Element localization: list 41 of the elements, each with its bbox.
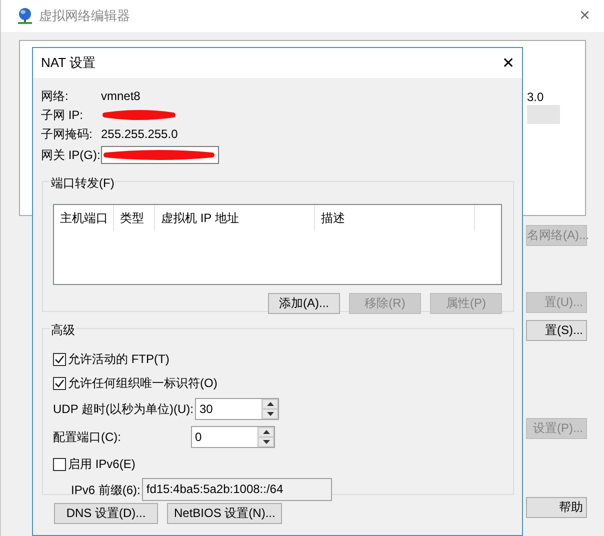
column-header[interactable]: 描述 <box>315 205 475 231</box>
spin-down-button[interactable] <box>258 437 274 447</box>
close-icon[interactable]: ✕ <box>502 53 515 76</box>
checkbox[interactable]: 允许任何组织唯一标识符(O) <box>53 374 218 392</box>
down-arrow-icon <box>262 440 270 444</box>
table-cell-text: 3.0 <box>527 89 544 106</box>
button[interactable]: 置(S)... <box>526 320 587 341</box>
column-header[interactable]: 类型 <box>114 205 155 231</box>
gateway-ip-field[interactable] <box>101 146 219 164</box>
field-label: UDP 超时(以秒为单位)(U): <box>53 401 194 418</box>
button[interactable]: 添加(A)... <box>268 293 340 314</box>
checkmark-icon <box>54 378 65 388</box>
group-title: 端口转发(F) <box>50 174 116 192</box>
close-icon[interactable]: × <box>579 6 590 24</box>
button[interactable]: 帮助 <box>526 497 587 518</box>
window-title: 虚拟网络编辑器 <box>39 7 130 26</box>
field-label: 网络: <box>41 88 70 104</box>
network-globe-icon <box>17 7 33 25</box>
spin-up-button[interactable] <box>258 427 274 437</box>
spin-up-button[interactable] <box>262 399 278 409</box>
field-label: 子网掩码: <box>41 126 94 142</box>
up-arrow-icon <box>262 430 270 434</box>
spinner-field[interactable]: 30 <box>195 398 280 420</box>
down-arrow-icon <box>266 412 274 416</box>
dialog-title: NAT 设置 <box>41 54 96 72</box>
column-header[interactable]: 主机端口 <box>54 205 114 231</box>
field-value: 255.255.255.0 <box>101 126 178 142</box>
field-label: 子网 IP: <box>41 106 84 124</box>
field-value: vmnet8 <box>101 88 140 104</box>
spin-down-button[interactable] <box>262 409 278 419</box>
checkbox[interactable]: 启用 IPv6(E) <box>53 455 136 473</box>
up-arrow-icon <box>266 402 274 406</box>
field-label: IPv6 前缀(6): <box>71 482 142 498</box>
button[interactable]: NetBIOS 设置(N)... <box>167 503 282 524</box>
field-label: 配置端口(C): <box>53 429 122 446</box>
field-label: 网关 IP(G): <box>41 147 101 164</box>
checkmark-icon <box>54 354 65 364</box>
spinner-field[interactable]: 0 <box>191 426 275 448</box>
column-header[interactable]: 虚拟机 IP 地址 <box>155 205 315 231</box>
checkbox[interactable]: 允许活动的 FTP(T) <box>53 350 170 368</box>
button[interactable]: DNS 设置(D)... <box>54 503 158 524</box>
